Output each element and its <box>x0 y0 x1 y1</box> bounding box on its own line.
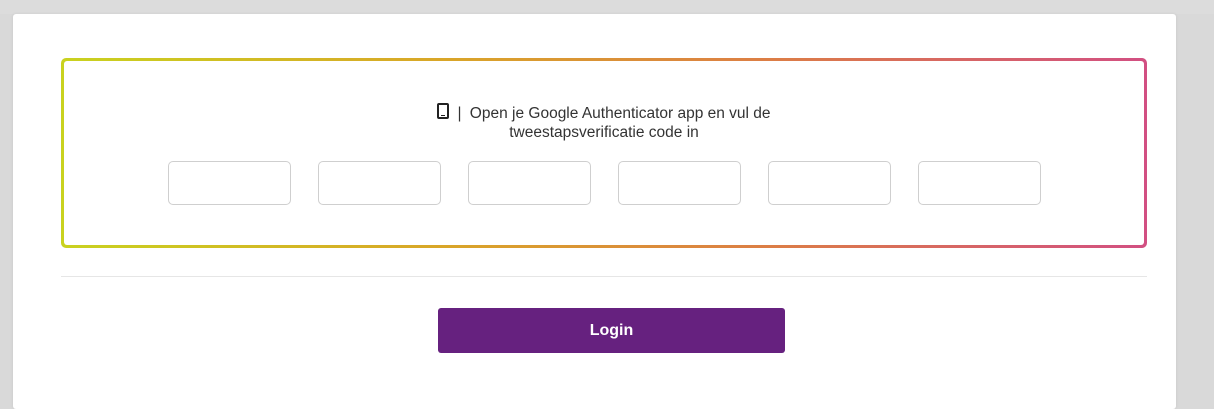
instruction-line-1: Open je Google Authenticator app en vul … <box>469 105 771 122</box>
code-digit-6[interactable] <box>918 161 1041 205</box>
code-digit-2[interactable] <box>318 161 441 205</box>
instruction-line-2: tweestapsverificatie code in <box>509 124 699 141</box>
two-factor-panel: | Open je Google Authenticator app en vu… <box>61 58 1147 248</box>
mobile-phone-icon <box>437 103 450 119</box>
two-factor-panel-inner: | Open je Google Authenticator app en vu… <box>64 61 1144 245</box>
divider <box>61 276 1147 277</box>
login-card: | Open je Google Authenticator app en vu… <box>13 14 1176 409</box>
code-input-row <box>168 161 1041 205</box>
code-digit-1[interactable] <box>168 161 291 205</box>
two-factor-instruction: | Open je Google Authenticator app en vu… <box>64 103 1144 142</box>
code-digit-4[interactable] <box>618 161 741 205</box>
page-background-strip <box>0 0 1214 14</box>
login-button[interactable]: Login <box>438 308 785 353</box>
code-digit-5[interactable] <box>768 161 891 205</box>
code-digit-3[interactable] <box>468 161 591 205</box>
instruction-separator: | <box>457 105 462 122</box>
